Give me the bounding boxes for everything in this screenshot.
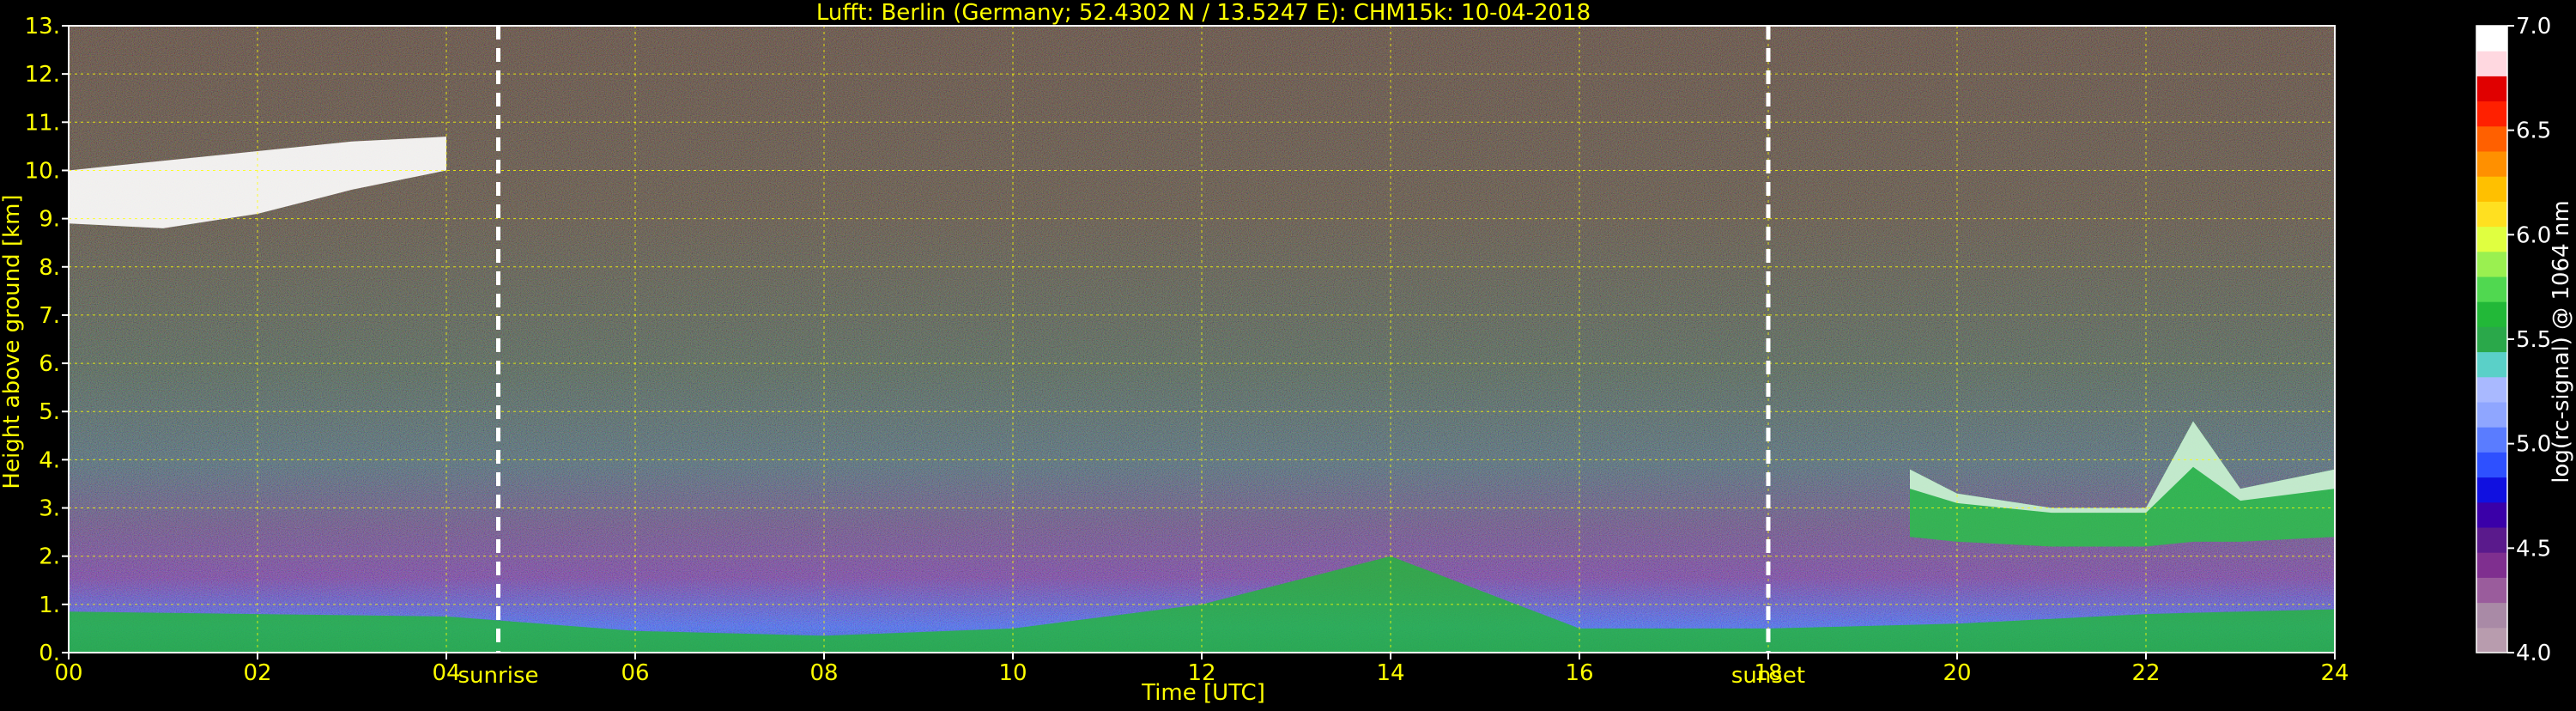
colorbar-segment: [2476, 326, 2507, 353]
y-axis-label: Height above ground [km]: [0, 194, 25, 489]
colorbar-segment: [2476, 477, 2507, 503]
colorbar-segment: [2476, 276, 2507, 302]
ceilometer-chart: sunrise sunset 00 02 04 06 08 10 12 14 16 18 20 22 24…: [0, 0, 2576, 708]
y-tick-label: 8.: [39, 255, 60, 281]
y-tick-label: 7.: [39, 303, 60, 329]
y-tick-label: 12.: [25, 62, 60, 88]
x-tick-label: 14: [1376, 660, 1404, 686]
x-tick-label: 10: [998, 660, 1027, 686]
x-tick-label: 22: [2131, 660, 2160, 686]
x-tick-label: 06: [621, 660, 649, 686]
colorbar-segment: [2476, 125, 2507, 152]
colorbar-segment: [2476, 151, 2507, 177]
colorbar-tick-label: 4.0: [2516, 641, 2551, 666]
colorbar-segment: [2476, 176, 2507, 202]
y-tick-label: 1.: [39, 592, 60, 618]
colorbar-segment: [2476, 427, 2507, 453]
colorbar-tick-label: 7.0: [2516, 14, 2551, 40]
x-tick-label: 08: [809, 660, 838, 686]
colorbar-tick-label: 4.5: [2516, 536, 2551, 562]
annotation-label: sunrise: [458, 663, 539, 689]
colorbar-segment: [2476, 26, 2507, 52]
y-tick-label: 0.: [39, 641, 60, 666]
chart-title: Lufft: Berlin (Germany; 52.4302 N / 13.5…: [816, 0, 1591, 26]
colorbar-segment: [2476, 226, 2507, 252]
y-tick-label: 3.: [39, 496, 60, 522]
colorbar-segment: [2476, 627, 2507, 653]
colorbar-segment: [2476, 402, 2507, 428]
x-tick-label: 20: [1943, 660, 1971, 686]
colorbar-segment: [2476, 301, 2507, 327]
x-tick-label: 04: [432, 660, 460, 686]
colorbar-segment: [2476, 201, 2507, 228]
colorbar-segment: [2476, 376, 2507, 403]
y-tick-label: 9.: [39, 207, 60, 233]
y-tick-label: 11.: [25, 110, 60, 136]
x-tick-label: 18: [1754, 660, 1782, 686]
x-tick-label: 16: [1565, 660, 1593, 686]
y-tick-label: 10.: [25, 158, 60, 184]
y-tick-label: 13.: [25, 14, 60, 40]
colorbar-tick-label: 5.0: [2516, 432, 2551, 458]
colorbar-segment: [2476, 452, 2507, 478]
x-tick-label: 02: [243, 660, 271, 686]
y-tick-label: 4.: [39, 447, 60, 473]
colorbar-tick-label: 6.0: [2516, 222, 2551, 248]
colorbar-segment: [2476, 51, 2507, 76]
colorbar-tick-label: 6.5: [2516, 118, 2551, 144]
x-tick-label: 24: [2320, 660, 2349, 686]
colorbar-segment: [2476, 602, 2507, 629]
colorbar-tick-label: 5.5: [2516, 327, 2551, 353]
x-axis-label: Time [UTC]: [1141, 680, 1265, 706]
colorbar: 4.0 4.5 5.0 5.5 6.0 6.5 7.0: [2476, 14, 2551, 666]
colorbar-segment: [2476, 76, 2507, 102]
colorbar-segment: [2476, 251, 2507, 277]
colorbar-label: log(rc-signal) @ 1064 nm: [2549, 200, 2574, 483]
y-tick-label: 6.: [39, 351, 60, 377]
colorbar-segment: [2476, 351, 2507, 378]
y-tick-label: 2.: [39, 544, 60, 570]
colorbar-segment: [2476, 527, 2507, 553]
colorbar-segment: [2476, 100, 2507, 127]
colorbar-segment: [2476, 577, 2507, 604]
colorbar-segment: [2476, 501, 2507, 528]
chart-svg: sunrise sunset 00 02 04 06 08 10 12 14 16 18 20 22 24…: [0, 0, 2574, 706]
y-tick-label: 5.: [39, 399, 60, 425]
colorbar-segment: [2476, 552, 2507, 578]
